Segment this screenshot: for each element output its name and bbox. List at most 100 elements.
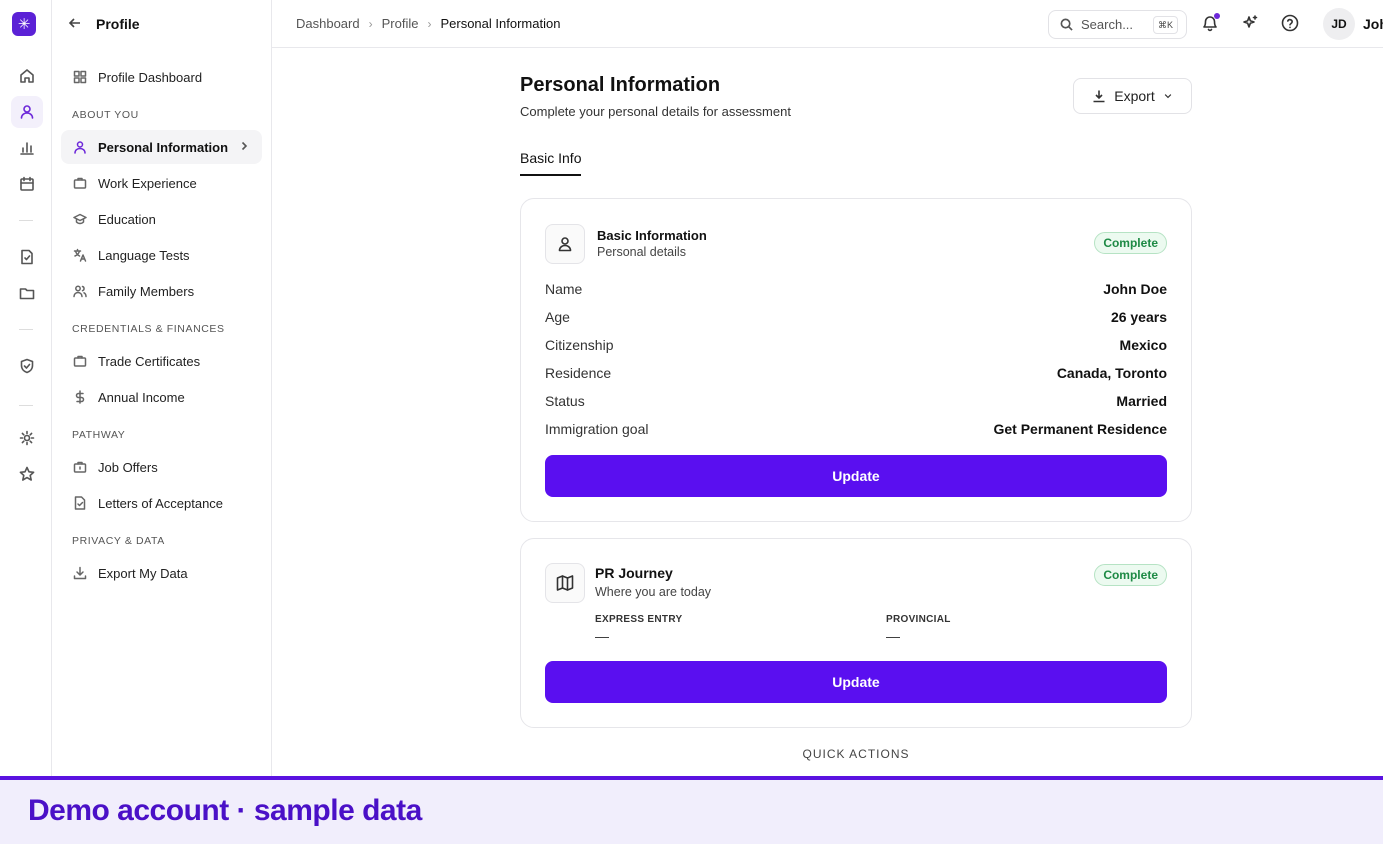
field-value: Married — [1116, 393, 1167, 409]
search-shortcut: ⌘K — [1152, 16, 1178, 34]
demo-banner-text: Demo account · sample data — [28, 794, 422, 827]
section-label-pathway: PATHWAY — [72, 429, 126, 441]
sidebar-item-label: Family Members — [98, 283, 195, 299]
folder-icon[interactable] — [11, 277, 43, 309]
gear-icon[interactable] — [11, 422, 43, 454]
export-button[interactable]: Export — [1073, 78, 1192, 114]
file-check-icon[interactable] — [11, 241, 43, 273]
sidebar-item-export-my-data[interactable]: Export My Data — [61, 556, 262, 590]
field-row-status: Status Married — [545, 393, 1167, 413]
card-title: Basic Information — [597, 228, 707, 243]
sidebar-item-label: Export My Data — [98, 565, 188, 581]
sidebar-header: Profile — [52, 0, 271, 48]
sidebar-item-language-tests[interactable]: Language Tests — [61, 238, 262, 272]
shield-check-icon[interactable] — [11, 350, 43, 382]
home-icon[interactable] — [11, 60, 43, 92]
express-entry-label: EXPRESS ENTRY — [595, 614, 683, 625]
sparkles-icon[interactable] — [1241, 14, 1261, 34]
quick-actions-heading: QUICK ACTIONS — [802, 747, 910, 761]
user-icon[interactable] — [11, 96, 43, 128]
users-icon — [72, 283, 88, 299]
express-entry-value: — — [595, 628, 609, 644]
card-subtitle: Where you are today — [595, 585, 712, 599]
sidebar-item-label: Work Experience — [98, 175, 197, 191]
field-value: Canada, Toronto — [1056, 365, 1167, 381]
sidebar-item-work-experience[interactable]: Work Experience — [61, 166, 262, 200]
user-icon — [545, 224, 585, 264]
card-subtitle: Personal details — [597, 245, 686, 259]
sidebar-item-family-members[interactable]: Family Members — [61, 274, 262, 308]
sidebar-item-label: Personal Information — [98, 139, 229, 155]
sidebar-item-personal-information[interactable]: Personal Information — [61, 130, 262, 164]
sidebar-item-label: Trade Certificates — [98, 353, 201, 369]
field-value: John Doe — [1103, 281, 1167, 297]
field-row-residence: Residence Canada, Toronto — [545, 365, 1167, 385]
avatar[interactable]: JD — [1323, 8, 1355, 40]
tab-basic-info[interactable]: Basic Info — [520, 150, 582, 176]
sidebar-item-annual-income[interactable]: Annual Income — [61, 380, 262, 414]
bell-icon[interactable] — [1201, 13, 1221, 34]
sidebar-item-label: Job Offers — [98, 459, 158, 475]
sidebar-item-label: Letters of Acceptance — [98, 495, 224, 511]
update-basic-info-button[interactable]: Update — [545, 455, 1167, 497]
field-label: Age — [545, 309, 570, 325]
asterisk-logo-icon[interactable]: ✳ — [12, 12, 36, 36]
status-badge: Complete — [1094, 232, 1167, 254]
briefcase-icon — [72, 459, 88, 475]
rail-divider — [19, 220, 33, 221]
sidebar-item-label: Education — [98, 211, 156, 227]
update-pr-journey-button[interactable]: Update — [545, 661, 1167, 703]
grid-icon — [72, 69, 88, 85]
download-icon — [72, 565, 88, 581]
search-input[interactable]: Search... ⌘K — [1048, 10, 1187, 39]
user-icon — [72, 139, 88, 155]
breadcrumb-profile[interactable]: Profile — [382, 16, 419, 31]
help-icon[interactable] — [1281, 14, 1301, 34]
arrow-left-icon[interactable] — [68, 16, 84, 32]
download-icon — [1093, 90, 1105, 103]
breadcrumb: Dashboard › Profile › Personal Informati… — [296, 16, 560, 31]
bar-chart-icon[interactable] — [11, 132, 43, 164]
sidebar-title: Profile — [96, 16, 140, 32]
sidebar-item-profile-dashboard[interactable]: Profile Dashboard — [61, 60, 262, 94]
section-label-privacy: PRIVACY & DATA — [72, 535, 165, 547]
breadcrumb-dashboard[interactable]: Dashboard — [296, 16, 360, 31]
field-label: Status — [545, 393, 585, 409]
rail-divider — [19, 405, 33, 406]
pr-journey-card: PR Journey Where you are today Complete … — [520, 538, 1192, 728]
file-check-icon — [72, 495, 88, 511]
translate-icon — [72, 247, 88, 263]
star-icon[interactable] — [11, 458, 43, 490]
sidebar-item-label: Annual Income — [98, 389, 185, 405]
top-bar: Dashboard › Profile › Personal Informati… — [272, 0, 1383, 48]
card-title: PR Journey — [595, 565, 673, 581]
demo-banner: Demo account · sample data — [0, 776, 1383, 844]
sidebar-item-letters-of-acceptance[interactable]: Letters of Acceptance — [61, 486, 262, 520]
calendar-icon[interactable] — [11, 168, 43, 200]
section-label-about-you: ABOUT YOU — [72, 109, 139, 121]
provincial-label: PROVINCIAL — [886, 614, 951, 625]
user-name[interactable]: John — [1363, 16, 1383, 32]
page-title: Personal Information — [520, 74, 721, 96]
notification-dot — [1214, 13, 1220, 19]
search-placeholder: Search... — [1081, 17, 1134, 32]
field-label: Residence — [545, 365, 612, 381]
profile-sidebar: Profile Profile Dashboard ABOUT YOU Pers… — [52, 0, 272, 776]
sidebar-item-trade-certificates[interactable]: Trade Certificates — [61, 344, 262, 378]
briefcase-icon — [72, 353, 88, 369]
chevron-right-icon: › — [427, 16, 432, 31]
sidebar-item-job-offers[interactable]: Job Offers — [61, 450, 262, 484]
search-icon — [1060, 18, 1073, 31]
export-label: Export — [1114, 88, 1155, 104]
icon-rail: ✳ — [0, 0, 52, 776]
sidebar-item-education[interactable]: Education — [61, 202, 262, 236]
field-label: Name — [545, 281, 583, 297]
field-value: 26 years — [1110, 309, 1167, 325]
sidebar-item-label: Language Tests — [98, 247, 190, 263]
field-value: Get Permanent Residence — [993, 421, 1167, 437]
map-icon — [545, 563, 585, 603]
section-label-credentials: CREDENTIALS & FINANCES — [72, 323, 225, 335]
dollar-icon — [72, 389, 88, 405]
status-badge: Complete — [1094, 564, 1167, 586]
chevron-right-icon — [238, 140, 250, 152]
